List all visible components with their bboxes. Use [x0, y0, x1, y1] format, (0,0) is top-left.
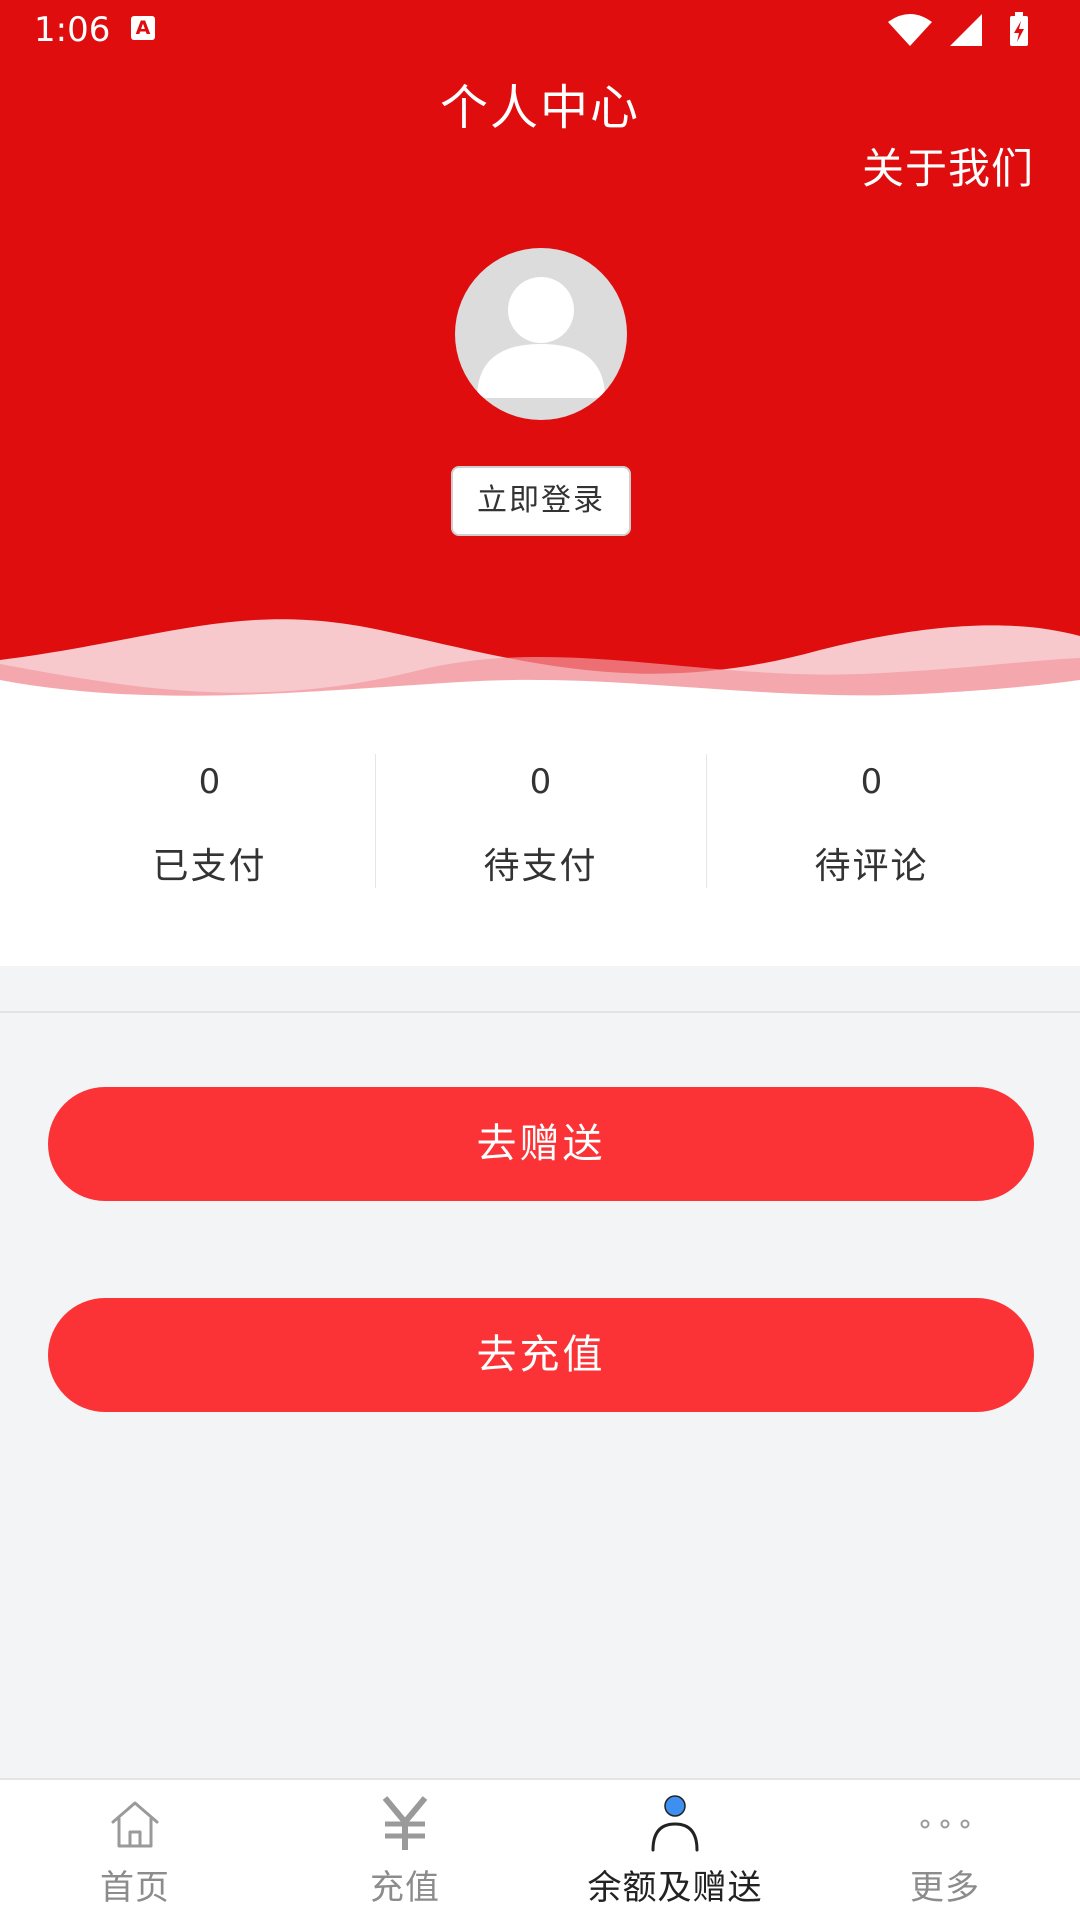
home-icon	[111, 1801, 159, 1848]
avatar[interactable]	[455, 248, 627, 420]
stat-paid-count: 0	[198, 762, 221, 802]
bottom-tab-bar: 首页 充值 余额及赠送 更多	[0, 1778, 1080, 1920]
order-stats: 0 已支付 0 待支付 0 待评论	[0, 740, 1080, 966]
gift-button[interactable]: 去赠送	[48, 1087, 1034, 1201]
stat-pending-payment[interactable]: 0 待支付	[375, 740, 706, 894]
recharge-button[interactable]: 去充值	[48, 1298, 1034, 1412]
about-us-link[interactable]: 关于我们	[862, 140, 1034, 198]
login-button[interactable]: 立即登录	[451, 466, 631, 536]
header-wave	[0, 619, 1080, 740]
signal-icon	[950, 14, 982, 46]
notification-a-icon: A	[131, 16, 155, 40]
stat-pending-review[interactable]: 0 待评论	[706, 740, 1037, 894]
default-user-icon	[477, 277, 605, 398]
tab-home[interactable]: 首页	[0, 1780, 270, 1920]
status-icons	[888, 12, 1028, 46]
yen-icon	[382, 1796, 428, 1850]
person-icon	[651, 1795, 699, 1852]
status-bar: 1:06 A	[0, 0, 1080, 60]
tab-balance-gift[interactable]: 余额及赠送	[540, 1780, 810, 1920]
stat-paid[interactable]: 0 已支付	[44, 740, 375, 894]
tab-balance-gift-label: 余额及赠送	[587, 1868, 763, 1908]
stat-pending-review-label: 待评论	[814, 846, 929, 887]
tab-recharge-label: 充值	[370, 1868, 440, 1908]
wifi-icon	[888, 14, 932, 46]
stat-pending-payment-count: 0	[529, 762, 552, 802]
stat-paid-label: 已支付	[152, 846, 267, 887]
section-divider	[0, 1011, 1080, 1013]
tab-more[interactable]: 更多	[810, 1780, 1080, 1920]
profile-header: 1:06 A 个人中心 关于我们 立即登录	[0, 0, 1080, 740]
tab-recharge[interactable]: 充值	[270, 1780, 540, 1920]
tab-more-label: 更多	[910, 1868, 980, 1908]
stat-pending-payment-label: 待支付	[483, 846, 598, 887]
more-dots-icon	[920, 1819, 970, 1829]
battery-icon	[1010, 12, 1028, 46]
tab-home-label: 首页	[100, 1868, 170, 1908]
status-time: 1:06	[34, 10, 111, 50]
page-title: 个人中心	[439, 80, 640, 136]
stat-pending-review-count: 0	[860, 762, 883, 802]
